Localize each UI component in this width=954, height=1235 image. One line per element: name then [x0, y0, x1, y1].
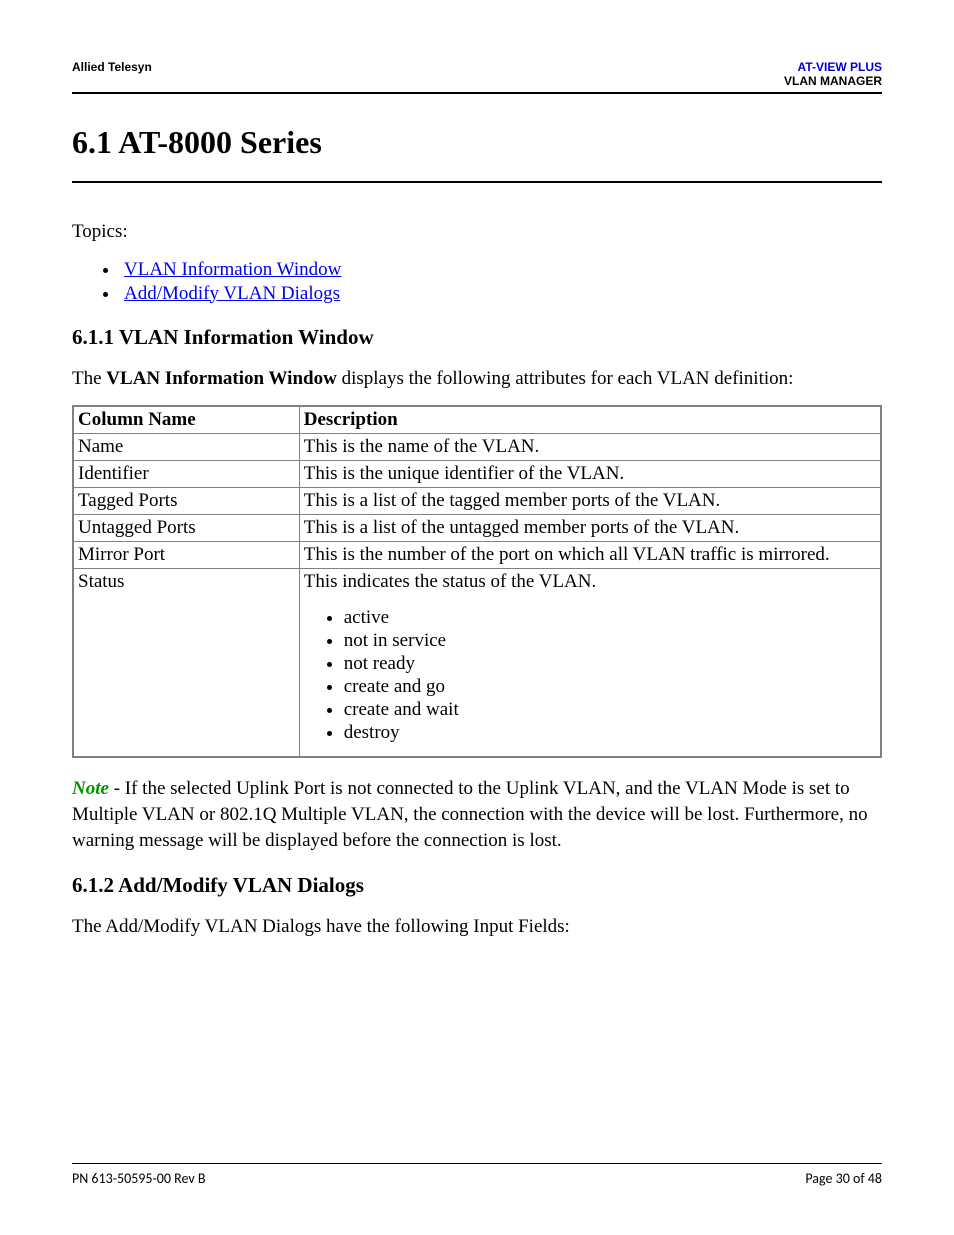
- page-footer: PN 613-50595-00 Rev B Page 30 of 48: [72, 1163, 882, 1187]
- topics-label: Topics:: [72, 219, 882, 245]
- header-company: Allied Telesyn: [72, 60, 152, 74]
- table-cell-col: Status: [73, 569, 299, 758]
- subsection-612-intro: The Add/Modify VLAN Dialogs have the fol…: [72, 914, 882, 940]
- note-label: Note: [72, 778, 109, 799]
- page-header: Allied Telesyn AT-VIEW PLUS VLAN MANAGER: [72, 60, 882, 88]
- topic-list-item: Add/Modify VLAN Dialogs: [120, 283, 882, 305]
- document-page: Allied Telesyn AT-VIEW PLUS VLAN MANAGER…: [0, 0, 954, 1235]
- header-product-name: AT-VIEW PLUS: [784, 60, 882, 74]
- table-cell-desc: This is the unique identifier of the VLA…: [299, 461, 881, 488]
- table-cell-col: Mirror Port: [73, 542, 299, 569]
- table-cell-col: Name: [73, 434, 299, 461]
- subsection-611-intro: The VLAN Information Window displays the…: [72, 366, 882, 392]
- topic-list-item: VLAN Information Window: [120, 259, 882, 281]
- subsection-heading-611: 6.1.1 VLAN Information Window: [72, 325, 882, 350]
- note-body: - If the selected Uplink Port is not con…: [72, 778, 868, 850]
- table-row: Mirror Port This is the number of the po…: [73, 542, 881, 569]
- footer-row: PN 613-50595-00 Rev B Page 30 of 48: [72, 1170, 882, 1187]
- table-cell-col: Identifier: [73, 461, 299, 488]
- status-value: active: [344, 607, 876, 629]
- status-value: not in service: [344, 630, 876, 652]
- footer-part-number: PN 613-50595-00 Rev B: [72, 1170, 206, 1187]
- table-cell-desc: This is a list of the tagged member port…: [299, 488, 881, 515]
- footer-page-number: Page 30 of 48: [805, 1170, 882, 1187]
- link-add-modify-vlan[interactable]: Add/Modify VLAN Dialogs: [124, 283, 340, 304]
- table-row: Tagged Ports This is a list of the tagge…: [73, 488, 881, 515]
- status-desc-intro: This indicates the status of the VLAN.: [304, 571, 597, 592]
- link-vlan-info-window[interactable]: VLAN Information Window: [124, 259, 341, 280]
- table-cell-col: Tagged Ports: [73, 488, 299, 515]
- header-product-module: VLAN MANAGER: [784, 74, 882, 88]
- status-value: destroy: [344, 722, 876, 744]
- table-cell-desc: This is the number of the port on which …: [299, 542, 881, 569]
- status-value: create and go: [344, 676, 876, 698]
- status-value: create and wait: [344, 699, 876, 721]
- table-cell-desc: This is the name of the VLAN.: [299, 434, 881, 461]
- vlan-attributes-table: Column Name Description Name This is the…: [72, 405, 882, 758]
- table-row: Name This is the name of the VLAN.: [73, 434, 881, 461]
- section-title-divider: [72, 181, 882, 183]
- subsection-heading-612: 6.1.2 Add/Modify VLAN Dialogs: [72, 873, 882, 898]
- table-row-status: Status This indicates the status of the …: [73, 569, 881, 758]
- table-cell-desc: This is a list of the untagged member po…: [299, 515, 881, 542]
- topics-list: VLAN Information Window Add/Modify VLAN …: [72, 259, 882, 305]
- table-cell-status-desc: This indicates the status of the VLAN. a…: [299, 569, 881, 758]
- footer-divider: [72, 1163, 882, 1164]
- intro-post: displays the following attributes for ea…: [337, 368, 794, 389]
- table-row: Untagged Ports This is a list of the unt…: [73, 515, 881, 542]
- intro-bold-term: VLAN Information Window: [106, 368, 337, 389]
- status-value: not ready: [344, 653, 876, 675]
- table-header-description: Description: [299, 406, 881, 434]
- note-paragraph: Note - If the selected Uplink Port is no…: [72, 776, 882, 853]
- table-header-column-name: Column Name: [73, 406, 299, 434]
- table-header-row: Column Name Description: [73, 406, 881, 434]
- intro-pre: The: [72, 368, 106, 389]
- section-title: 6.1 AT-8000 Series: [72, 124, 882, 161]
- header-divider: [72, 92, 882, 94]
- table-row: Identifier This is the unique identifier…: [73, 461, 881, 488]
- status-values-list: active not in service not ready create a…: [304, 607, 876, 744]
- header-product: AT-VIEW PLUS VLAN MANAGER: [784, 60, 882, 88]
- table-cell-col: Untagged Ports: [73, 515, 299, 542]
